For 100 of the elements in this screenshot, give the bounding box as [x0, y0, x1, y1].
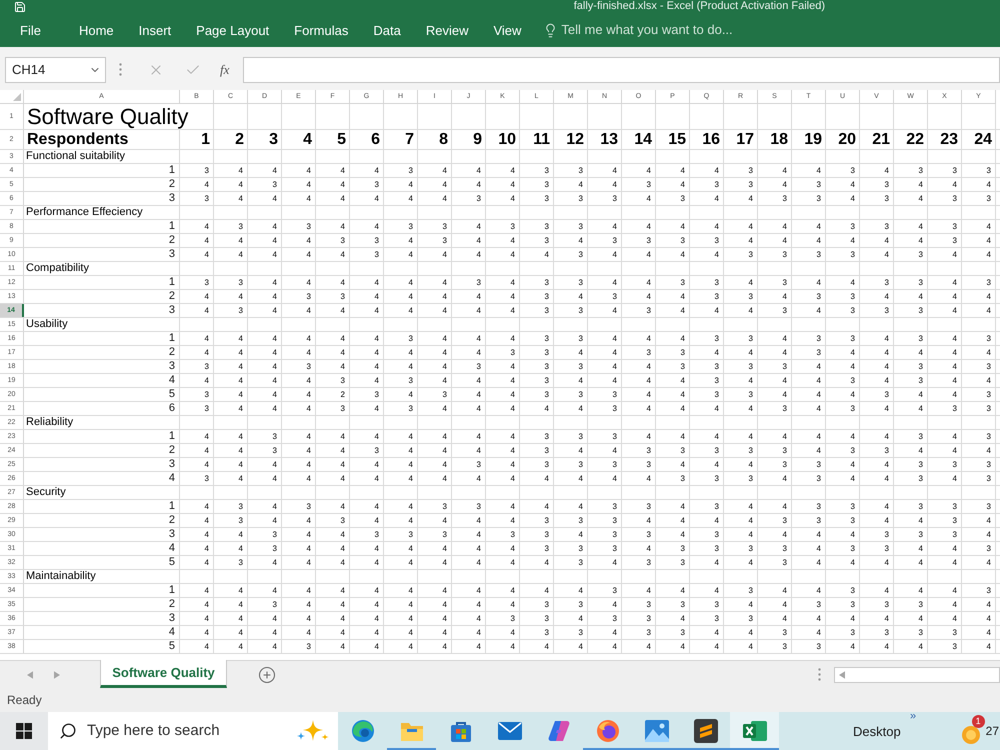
table-cell-text: 3: [646, 458, 652, 470]
table-cell-text: 4: [680, 304, 686, 316]
table-cell-text: 3: [714, 444, 720, 456]
table-cell-text: 4: [340, 528, 346, 540]
plus-circle-icon[interactable]: [258, 666, 276, 684]
table-cell-text: 3: [952, 640, 958, 652]
table-cell-text: 4: [782, 472, 788, 484]
table-cell-text: 3: [816, 500, 822, 512]
left-triangle-icon[interactable]: [839, 670, 845, 678]
table-cell-text: 4: [442, 598, 448, 610]
table-cell-text: 4: [238, 332, 244, 344]
table-cell-text: 3: [816, 598, 822, 610]
table-cell-text: 4: [340, 472, 346, 484]
insert-function-button[interactable]: fx: [220, 63, 230, 76]
item-number: 3: [24, 458, 180, 471]
table-cell-text: 4: [510, 374, 516, 386]
right-triangle-icon[interactable]: [54, 670, 60, 678]
table-cell-text: 4: [408, 234, 414, 246]
table-cell-text: 4: [476, 626, 482, 638]
table-cell-text: 4: [884, 556, 890, 568]
table-cell-text: 4: [884, 164, 890, 176]
table-cell-text: 4: [476, 164, 482, 176]
table-cell-text: 4: [884, 514, 890, 526]
search-field[interactable]: Type here to search: [87, 720, 257, 742]
formula-input[interactable]: [243, 56, 1000, 82]
file-tab[interactable]: File: [20, 24, 41, 36]
save-icon[interactable]: [14, 0, 26, 12]
table-cell-text: 4: [918, 388, 924, 400]
sheet-tab[interactable]: Software Quality: [100, 660, 227, 688]
table-cell-text: 4: [374, 514, 380, 526]
taskbar-app-button[interactable]: [730, 712, 779, 750]
table-cell-text: 4: [476, 444, 482, 456]
table-cell-text: 4: [374, 542, 380, 554]
name-box[interactable]: CH14: [5, 56, 106, 82]
table-cell-text: 4: [646, 374, 652, 386]
ribbon-tab[interactable]: Home: [78, 24, 114, 36]
ribbon-tab[interactable]: Insert: [138, 24, 172, 36]
table-cell-text: 4: [816, 444, 822, 456]
table-cell-text: 4: [680, 640, 686, 652]
table-cell-text: 4: [748, 514, 754, 526]
table-cell-text: 3: [714, 332, 720, 344]
item-number: 1: [24, 164, 180, 177]
table-cell-text: 4: [306, 612, 312, 624]
table-cell-text: 4: [408, 626, 414, 638]
ribbon-tab[interactable]: Page Layout: [196, 24, 270, 36]
table-cell-text: 4: [238, 374, 244, 386]
table-cell-text: 3: [748, 164, 754, 176]
table-cell-text: 4: [408, 360, 414, 372]
table-cell-text: 3: [646, 178, 652, 190]
table-cell-text: 3: [850, 220, 856, 232]
item-number: 2: [24, 234, 180, 247]
table-cell-text: 4: [442, 374, 448, 386]
ribbon-tab[interactable]: Data: [373, 24, 401, 36]
table-cell-text: 4: [782, 220, 788, 232]
ribbon-tab[interactable]: Formulas: [294, 24, 348, 36]
ribbon-tab[interactable]: Review: [426, 24, 468, 36]
table-cell-text: 4: [340, 640, 346, 652]
overflow-chevron[interactable]: »: [910, 711, 916, 722]
table-header-cell-text: 3: [268, 130, 279, 149]
table-cell-text: 4: [204, 430, 210, 442]
table-cell-text: 3: [476, 458, 482, 470]
table-cell-text: 3: [476, 360, 482, 372]
ribbon-tab[interactable]: View: [493, 24, 522, 36]
table-cell-text: 3: [238, 556, 244, 568]
table-cell-text: 3: [748, 542, 754, 554]
table-cell-text: 4: [442, 514, 448, 526]
table-cell-text: 3: [748, 388, 754, 400]
table-cell-text: 4: [476, 598, 482, 610]
table-cell-text: 3: [578, 304, 584, 316]
table-header-cell-text: 10: [497, 130, 517, 149]
landscape-picture-icon: [644, 720, 668, 742]
table-cell-text: 4: [578, 584, 584, 596]
tell-me-field[interactable]: Tell me what you want to do...: [561, 20, 762, 40]
table-cell-text: 3: [952, 528, 958, 540]
table-cell-text: 4: [510, 276, 516, 288]
table-cell-text: 4: [918, 402, 924, 414]
left-triangle-icon[interactable]: [27, 670, 33, 678]
start-button[interactable]: [0, 712, 48, 750]
table-cell-text: 4: [238, 472, 244, 484]
table-cell-text: 4: [510, 402, 516, 414]
table-cell-text: 4: [238, 234, 244, 246]
table-cell-text: 3: [612, 388, 618, 400]
table-cell-text: 3: [986, 542, 992, 554]
table-cell-text: 4: [442, 584, 448, 596]
table-cell-text: 4: [544, 248, 550, 260]
table-cell-text: 3: [544, 598, 550, 610]
desktop-toolbar-button[interactable]: Desktop: [853, 724, 901, 738]
table-cell-text: 4: [374, 556, 380, 568]
table-cell-text: 4: [510, 234, 516, 246]
table-cell-text: 4: [510, 584, 516, 596]
search-box[interactable]: Type here to search: [48, 712, 338, 750]
table-cell-text: 4: [510, 388, 516, 400]
table-cell-text: 3: [680, 192, 686, 204]
table-cell-text: 4: [272, 402, 278, 414]
table-cell-text: 4: [204, 458, 210, 470]
table-cell-text: 3: [612, 402, 618, 414]
horizontal-scrollbar[interactable]: [834, 666, 1000, 682]
sun-icon[interactable]: [960, 724, 982, 746]
table-cell-text: 3: [544, 332, 550, 344]
table-cell-text: 3: [272, 542, 278, 554]
